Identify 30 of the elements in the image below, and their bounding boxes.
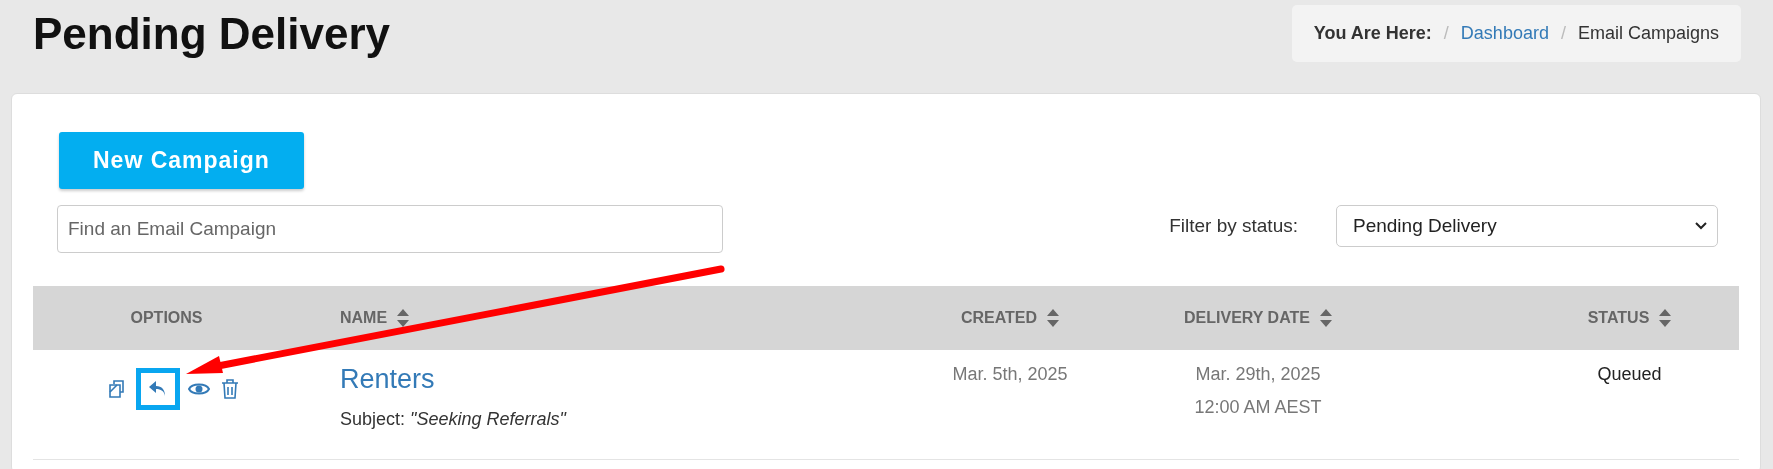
sortable-column-header[interactable]: STATUS [1587,309,1672,327]
status-select[interactable]: Pending Delivery [1336,205,1718,247]
status-text: Queued [1597,364,1662,385]
campaign-name-link[interactable]: Renters [340,364,435,395]
breadcrumb-separator: / [1560,23,1566,44]
breadcrumb-link[interactable]: Dashboard [1460,23,1549,44]
trash-icon [221,379,239,399]
reply-button[interactable] [136,368,180,410]
created-date: Mar. 5th, 2025 [952,364,1068,385]
column-header: OPTIONS [130,309,203,327]
eye-icon [188,381,210,397]
sortable-column-header[interactable]: DELIVERY DATE [1184,309,1332,327]
filter-label: Filter by status: [1169,215,1298,237]
new-campaign-button[interactable]: New Campaign [59,132,304,189]
sortable-column-header[interactable]: NAME [340,309,410,327]
copy-icon [107,379,127,399]
sortable-column-header[interactable]: CREATED [960,309,1060,327]
breadcrumb-separator: / [1443,23,1449,44]
sort-icon[interactable] [1319,309,1332,327]
campaign-subject: Subject: "Seeking Referrals" [340,409,566,430]
breadcrumb-text: Email Campaigns [1577,23,1719,44]
breadcrumb-label: You Are Here: [1313,23,1432,44]
search-field[interactable]: Find an Email Campaign [57,205,723,253]
sort-icon[interactable] [1659,309,1672,327]
sort-icon[interactable] [397,309,410,327]
chevron-down-icon [1695,222,1707,230]
sort-icon[interactable] [1047,309,1060,327]
delivery-time: 12:00 AM AEST [1194,397,1322,418]
delivery-date: Mar. 29th, 2025 [1195,364,1321,385]
page-title: Pending Delivery [33,9,390,59]
